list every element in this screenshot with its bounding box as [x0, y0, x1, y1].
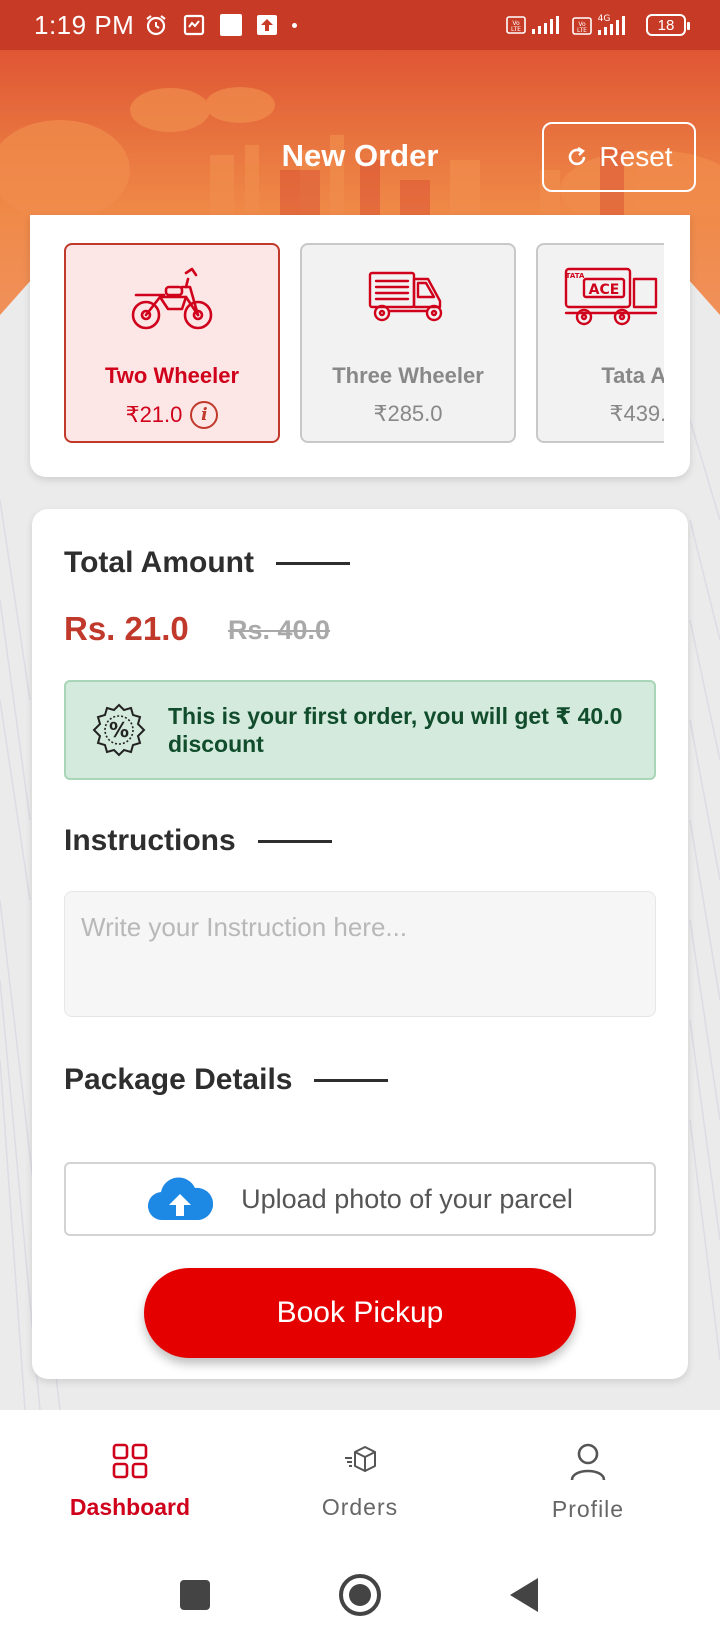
tata-brand-text: TATA: [566, 272, 585, 280]
volte-4g-signal-icon: VoLTE4G: [572, 14, 625, 35]
vehicle-option-tata-ace[interactable]: TATA ACE Tata Ace ₹439.0: [536, 243, 664, 443]
alarm-icon: [146, 15, 166, 36]
bottom-navigation: Dashboard Orders Profile: [0, 1410, 720, 1545]
grid-icon: [112, 1443, 148, 1479]
three-wheeler-icon: [368, 271, 443, 322]
recent-apps-button[interactable]: [179, 1579, 211, 1611]
vehicle-option-two-wheeler[interactable]: Two Wheeler ₹21.0 i: [64, 243, 280, 443]
battery-indicator: 18: [646, 14, 690, 36]
discounted-price: Rs. 21.0: [64, 610, 189, 647]
nav-label: Orders: [321, 1494, 399, 1520]
notification-placeholder-icon: [220, 14, 243, 36]
status-time: 1:19 PM: [34, 9, 135, 40]
reset-label: Reset: [599, 141, 673, 172]
svg-text:4G: 4G: [598, 14, 611, 24]
back-button[interactable]: [508, 1576, 540, 1614]
original-price: Rs. 40.0: [228, 615, 331, 645]
instruction-input[interactable]: [64, 891, 656, 1017]
book-pickup-button[interactable]: Book Pickup: [144, 1268, 576, 1358]
upload-parcel-photo-button[interactable]: Upload photo of your parcel: [64, 1162, 656, 1236]
volte-signal-icon: VoLTE: [506, 16, 559, 34]
tata-ace-truck-icon: TATA ACE: [564, 267, 658, 326]
heading-rule: [314, 1078, 389, 1082]
vehicle-price: ₹285.0: [373, 401, 443, 426]
vehicle-name: Three Wheeler: [332, 363, 484, 388]
home-button[interactable]: [338, 1573, 382, 1617]
nav-dashboard[interactable]: Dashboard: [20, 1442, 240, 1521]
notification-icon: [184, 14, 205, 36]
total-amount-heading: Total Amount: [64, 546, 350, 580]
vehicle-price: ₹21.0: [125, 402, 183, 427]
svg-text:LTE: LTE: [577, 27, 587, 34]
nav-label: Dashboard: [69, 1494, 191, 1520]
reset-button[interactable]: Reset: [542, 122, 696, 192]
package-icon: [345, 1446, 376, 1472]
vehicle-selector-card: Two Wheeler ₹21.0 i Three Wheeler ₹285.0…: [30, 215, 690, 477]
upload-arrow-icon: [257, 15, 278, 35]
vehicle-name: Two Wheeler: [104, 363, 240, 388]
motorcycle-icon: [131, 267, 213, 330]
header: New Order Reset: [0, 50, 720, 215]
refresh-icon: [569, 146, 586, 166]
status-dot: [292, 22, 298, 28]
package-details-heading: Package Details: [64, 1063, 389, 1097]
nav-profile[interactable]: Profile: [478, 1442, 698, 1523]
heading-rule: [257, 839, 332, 843]
status-bar: 1:19 PM Vo LTE Vo LTE 4G 18: [0, 0, 720, 50]
vehicle-option-three-wheeler[interactable]: Three Wheeler ₹285.0: [300, 243, 516, 443]
nav-orders[interactable]: Orders: [250, 1442, 470, 1521]
info-icon[interactable]: i: [190, 401, 219, 429]
vehicle-carousel[interactable]: Two Wheeler ₹21.0 i Three Wheeler ₹285.0…: [64, 243, 664, 443]
discount-badge-icon: %: [92, 703, 146, 757]
vehicle-price: ₹439.0: [609, 401, 664, 426]
discount-message: This is your first order, you will get ₹…: [168, 703, 623, 757]
svg-text:%: %: [109, 718, 129, 742]
instructions-heading: Instructions: [64, 824, 332, 858]
user-icon: [570, 1443, 606, 1481]
nav-label: Profile: [551, 1496, 625, 1522]
svg-text:LTE: LTE: [511, 26, 521, 33]
cloud-upload-icon: [148, 1177, 214, 1221]
ace-badge-text: ACE: [589, 282, 620, 298]
system-navigation-bar: [0, 1545, 720, 1650]
heading-rule: [275, 561, 350, 565]
upload-label: Upload photo of your parcel: [241, 1183, 573, 1214]
vehicle-name: Tata Ace: [601, 363, 664, 388]
first-order-discount-banner: % This is your first order, you will get…: [64, 680, 656, 780]
order-details-card: Total Amount Rs. 21.0 Rs. 40.0 % This is…: [32, 509, 688, 1379]
